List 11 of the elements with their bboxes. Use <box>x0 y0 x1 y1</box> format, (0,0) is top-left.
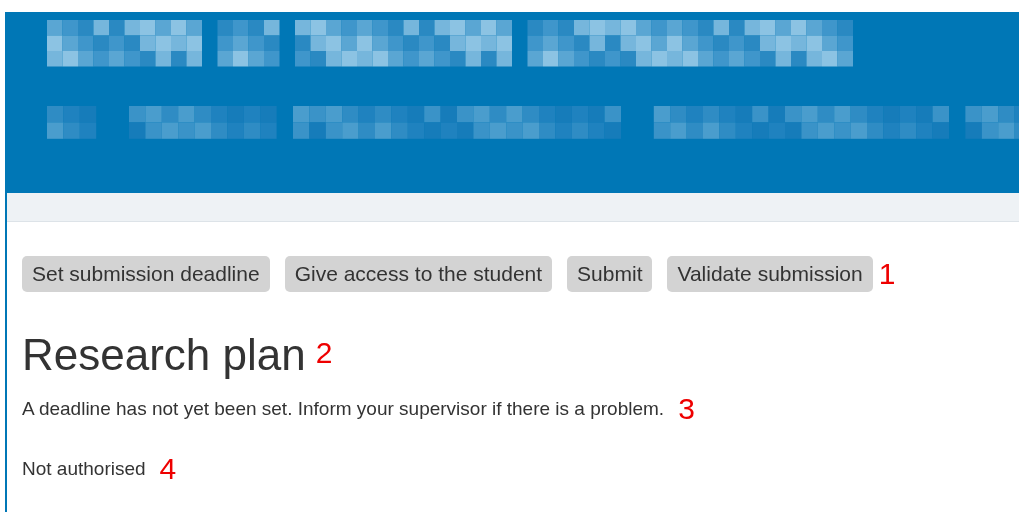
action-button[interactable]: Validate submission <box>667 256 873 292</box>
deadline-notice: A deadline has not yet been set. Inform your supervisor if there is a problem. <box>22 398 665 420</box>
annotation-number: 2 <box>315 338 333 371</box>
annotation-number: 3 <box>678 394 695 424</box>
action-button[interactable]: Set submission deadline <box>22 256 270 292</box>
section-heading: Research plan <box>22 330 306 380</box>
access-status: Not authorised <box>22 458 146 480</box>
action-button[interactable]: Give access to the student <box>284 256 553 292</box>
annotation-number: 1 <box>878 259 896 289</box>
action-button[interactable]: Submit <box>567 256 653 292</box>
annotation-number: 4 <box>159 454 177 484</box>
